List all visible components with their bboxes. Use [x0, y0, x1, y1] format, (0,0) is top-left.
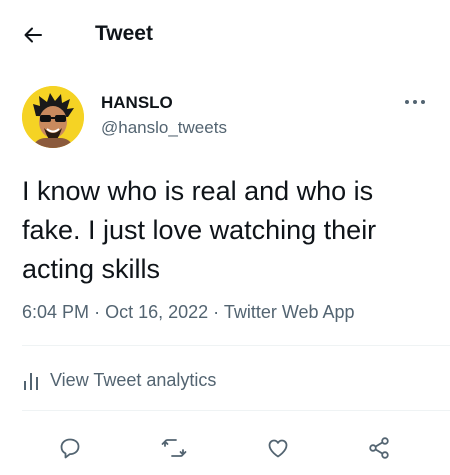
- share-icon: [369, 437, 389, 459]
- view-analytics-link[interactable]: View Tweet analytics: [22, 370, 216, 391]
- retweet-button[interactable]: [158, 432, 190, 464]
- analytics-label: View Tweet analytics: [50, 370, 217, 390]
- divider: [22, 345, 450, 346]
- divider: [22, 410, 450, 411]
- like-icon: [268, 439, 288, 458]
- author-display-name[interactable]: HANSLO: [101, 93, 173, 113]
- tweet-date[interactable]: Oct 16, 2022: [105, 302, 208, 322]
- more-horizontal-icon: [405, 100, 425, 104]
- reply-icon: [60, 438, 80, 459]
- like-button[interactable]: [262, 432, 294, 464]
- avatar-image: [22, 86, 84, 148]
- avatar[interactable]: [22, 86, 84, 148]
- meta-separator: ·: [213, 302, 224, 322]
- page-title: Tweet: [95, 22, 153, 45]
- arrow-left-icon: [24, 27, 42, 43]
- back-button[interactable]: [18, 20, 48, 50]
- tweet-text: I know who is real and who is fake. I ju…: [22, 176, 377, 284]
- reply-button[interactable]: [54, 432, 86, 464]
- analytics-bars-icon: [24, 372, 38, 390]
- tweet-metadata: 6:04 PM · Oct 16, 2022 · Twitter Web App: [22, 302, 355, 323]
- tweet-time[interactable]: 6:04 PM: [22, 302, 89, 322]
- author-handle[interactable]: @hanslo_tweets: [101, 118, 227, 138]
- more-options-button[interactable]: [400, 92, 430, 112]
- share-button[interactable]: [363, 432, 395, 464]
- tweet-actions-bar: [0, 428, 450, 468]
- tweet-source[interactable]: Twitter Web App: [224, 302, 355, 322]
- tweet-header: Tweet: [0, 0, 450, 70]
- retweet-icon: [161, 439, 187, 457]
- meta-separator: ·: [94, 302, 106, 322]
